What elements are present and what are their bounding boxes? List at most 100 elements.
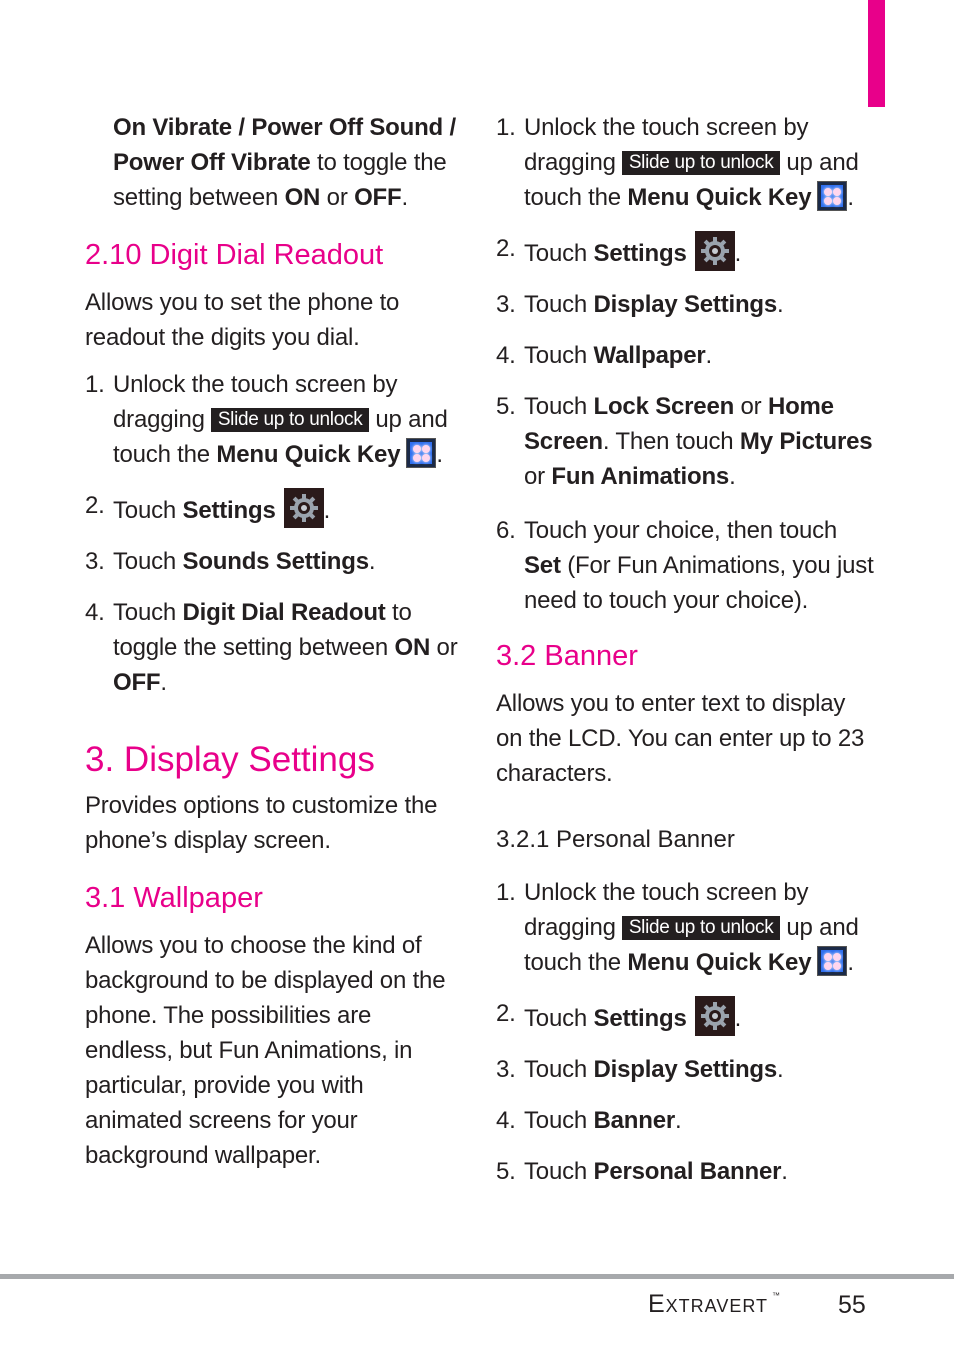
text: . [734, 1005, 742, 1032]
step-item: 1. Unlock the touch screen by dragging Sl… [85, 367, 465, 472]
step-text: Touch Personal Banner. [524, 1154, 876, 1189]
step-item: 6. Touch your choice, then touch Set (Fo… [496, 513, 876, 618]
step-text: Unlock the touch screen by dragging Slide… [524, 875, 876, 980]
section-description: Allows you to set the phone to readout t… [85, 289, 400, 351]
step-number: 2. [85, 492, 105, 519]
text: Touch [524, 1056, 594, 1083]
step-number: 5. [496, 393, 516, 420]
settings-gear-icon [694, 231, 735, 271]
text: . [705, 342, 713, 369]
step-text: Touch Settings. [113, 488, 465, 528]
off-label: OFF [354, 184, 402, 211]
settings-label: Settings [593, 240, 687, 267]
text: . [777, 1056, 784, 1083]
step-number: 2. [496, 235, 516, 262]
text: . [160, 669, 167, 696]
menu-item-label: Wallpaper [593, 342, 706, 369]
left-column: On Vibrate / Power Off Sound / Power Off… [85, 110, 465, 1173]
footer-divider [0, 1274, 954, 1279]
settings-gear-icon [694, 996, 735, 1036]
text: . [777, 291, 784, 318]
settings-label: Settings [593, 1005, 687, 1032]
text: or [524, 463, 552, 490]
step-item: 5. Touch Lock Screen or Home Screen. The… [496, 389, 876, 494]
text: Touch [524, 1005, 594, 1032]
text: Touch [113, 599, 183, 626]
step-item: 3. Touch Display Settings. [496, 287, 876, 322]
step-item: 2. Touch Settings. [85, 488, 465, 528]
menu-item-label: Digit Dial Readout [182, 599, 386, 626]
step-number: 6. [496, 517, 516, 544]
step-number: 3. [496, 291, 516, 318]
menu-item-label: Banner [593, 1107, 676, 1134]
text: Touch [113, 548, 183, 575]
step-text: Touch Lock Screen or Home Screen. Then t… [524, 389, 876, 494]
text: . [781, 1158, 788, 1185]
step-number: 5. [496, 1158, 516, 1185]
text: or [320, 184, 355, 211]
menu-item-label: Lock Screen [593, 393, 735, 420]
step-item: 4. Touch Wallpaper. [496, 338, 876, 373]
off-label: OFF [113, 669, 161, 696]
on-label: ON [284, 184, 321, 211]
text: (For Fun Animations, you just need to to… [524, 552, 874, 614]
on-label: ON [394, 634, 431, 661]
step-number: 1. [85, 371, 105, 398]
text: . [368, 548, 376, 575]
menu-quick-key-icon [406, 438, 437, 468]
step-number: 3. [85, 548, 105, 575]
text: . Then touch [602, 428, 740, 455]
text: . [436, 441, 443, 468]
chapter-heading-display-settings: 3. Display Settings [85, 740, 375, 779]
text: Touch [524, 393, 594, 420]
section-heading-digit-dial-readout: 2.10 Digit Dial Readout [85, 239, 384, 271]
section-description: Allows you to enter text to display on t… [496, 690, 865, 787]
menu-item-label: My Pictures [739, 428, 873, 455]
step-number: 4. [496, 342, 516, 369]
step-text: Touch Settings. [524, 996, 876, 1036]
right-column: 1. Unlock the touch screen by dragging Sl… [496, 110, 876, 1189]
step-item: 4. Touch Digit Dial Readout to toggle th… [85, 595, 465, 700]
text: Touch [524, 1158, 594, 1185]
menu-item-label: Fun Animations [551, 463, 730, 490]
footer-brand: Extravert ™ [648, 1290, 781, 1319]
text: . [401, 184, 408, 211]
step-number: 4. [85, 599, 105, 626]
step-text: Unlock the touch screen by dragging Slide… [524, 110, 876, 215]
step-text: Touch Settings. [524, 231, 876, 271]
settings-label: Settings [182, 497, 276, 524]
step-number: 3. [496, 1056, 516, 1083]
text: Touch [524, 1107, 594, 1134]
settings-gear-icon [283, 488, 324, 528]
step-number: 1. [496, 114, 516, 141]
text: . [734, 240, 742, 267]
text: or [430, 634, 458, 661]
step-text: Touch Banner. [524, 1103, 876, 1138]
text: . [729, 463, 736, 490]
step-item: 4. Touch Banner. [496, 1103, 876, 1138]
text: . [675, 1107, 682, 1134]
text: or [734, 393, 768, 420]
text: . [323, 497, 331, 524]
text: . [847, 949, 854, 976]
menu-item-label: Display Settings [593, 1056, 778, 1083]
menu-quick-key-label: Menu Quick Key [627, 949, 812, 976]
step-item: 3. Touch Display Settings. [496, 1052, 876, 1087]
step-text: Touch Sounds Settings. [113, 544, 465, 579]
brand-name: Extravert [648, 1290, 769, 1318]
text: Touch [524, 342, 594, 369]
step-item: 2. Touch Settings. [496, 231, 876, 271]
slide-to-unlock-bar: Slide up to unlock [621, 916, 781, 940]
menu-item-label: Personal Banner [593, 1158, 782, 1185]
chapter-description: Provides options to customize the phone’… [85, 792, 438, 854]
step-item: 2. Touch Settings. [496, 996, 876, 1036]
menu-item-label: Set [524, 552, 561, 579]
step-text: Touch Display Settings. [524, 287, 876, 322]
section-description: Allows you to choose the kind of backgro… [85, 932, 446, 1169]
subsection-heading-personal-banner: 3.2.1 Personal Banner [496, 826, 735, 853]
step-item: 1. Unlock the touch screen by dragging Sl… [496, 110, 876, 215]
step-number: 1. [496, 879, 516, 906]
step-number: 4. [496, 1107, 516, 1134]
step-item: 3. Touch Sounds Settings. [85, 544, 465, 579]
menu-item-label: Display Settings [593, 291, 778, 318]
